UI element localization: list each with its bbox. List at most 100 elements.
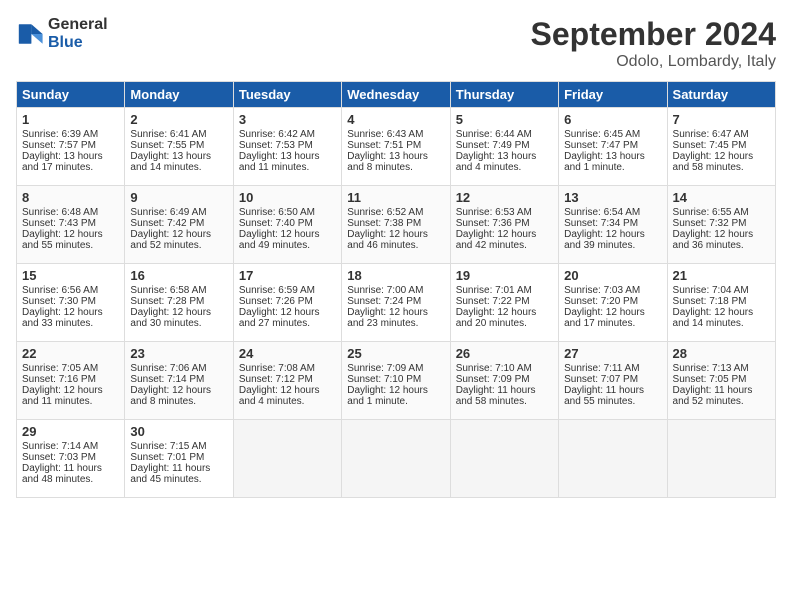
day-number: 24 — [239, 346, 336, 361]
calendar-cell — [667, 420, 775, 498]
sunrise-text: Sunrise: 7:10 AM — [456, 363, 532, 374]
sunset-text: Sunset: 7:51 PM — [347, 140, 421, 151]
header: General Blue September 2024 Odolo, Lomba… — [16, 16, 776, 71]
day-number: 7 — [673, 112, 770, 127]
title-area: September 2024 Odolo, Lombardy, Italy — [531, 16, 776, 71]
sunrise-text: Sunrise: 7:00 AM — [347, 285, 423, 296]
daylight-text: Daylight: 12 hours and 14 minutes. — [673, 307, 754, 329]
sunrise-text: Sunrise: 6:39 AM — [22, 129, 98, 140]
calendar-cell: 27Sunrise: 7:11 AMSunset: 7:07 PMDayligh… — [559, 342, 667, 420]
sunrise-text: Sunrise: 7:03 AM — [564, 285, 640, 296]
calendar-cell: 3Sunrise: 6:42 AMSunset: 7:53 PMDaylight… — [233, 108, 341, 186]
sunset-text: Sunset: 7:36 PM — [456, 218, 530, 229]
day-number: 8 — [22, 190, 119, 205]
sunset-text: Sunset: 7:26 PM — [239, 296, 313, 307]
calendar-week-1: 1Sunrise: 6:39 AMSunset: 7:57 PMDaylight… — [17, 108, 776, 186]
location: Odolo, Lombardy, Italy — [531, 53, 776, 71]
header-day-wednesday: Wednesday — [342, 82, 450, 108]
daylight-text: Daylight: 13 hours and 17 minutes. — [22, 151, 103, 173]
daylight-text: Daylight: 11 hours and 48 minutes. — [22, 463, 102, 485]
calendar-cell: 20 Sunrise: 7:03 AMSunset: 7:20 PMDayligh… — [559, 264, 667, 342]
sunset-text: Sunset: 7:40 PM — [239, 218, 313, 229]
calendar-cell: 17Sunrise: 6:59 AMSunset: 7:26 PMDayligh… — [233, 264, 341, 342]
day-number: 27 — [564, 346, 661, 361]
daylight-text: Daylight: 12 hours and 30 minutes. — [130, 307, 211, 329]
daylight-text: Daylight: 12 hours and 46 minutes. — [347, 229, 428, 251]
calendar-cell: 30Sunrise: 7:15 AMSunset: 7:01 PMDayligh… — [125, 420, 233, 498]
sunrise-text: Sunrise: 7:15 AM — [130, 441, 206, 452]
sunrise-text: Sunrise: 7:04 AM — [673, 285, 749, 296]
day-number: 16 — [130, 268, 227, 283]
calendar-week-5: 29Sunrise: 7:14 AMSunset: 7:03 PMDayligh… — [17, 420, 776, 498]
sunset-text: Sunset: 7:30 PM — [22, 296, 96, 307]
sunset-text: Sunset: 7:42 PM — [130, 218, 204, 229]
day-number: 2 — [130, 112, 227, 127]
header-day-tuesday: Tuesday — [233, 82, 341, 108]
calendar-cell: 2Sunrise: 6:41 AMSunset: 7:55 PMDaylight… — [125, 108, 233, 186]
sunrise-text: Sunrise: 6:44 AM — [456, 129, 532, 140]
sunrise-text: Sunrise: 6:52 AM — [347, 207, 423, 218]
day-number: 3 — [239, 112, 336, 127]
daylight-text: Daylight: 12 hours and 58 minutes. — [673, 151, 754, 173]
day-number: 25 — [347, 346, 444, 361]
logo-text: General Blue — [48, 16, 108, 51]
sunrise-text: Sunrise: 6:54 AM — [564, 207, 640, 218]
header-day-monday: Monday — [125, 82, 233, 108]
calendar-cell — [559, 420, 667, 498]
daylight-text: Daylight: 12 hours and 17 minutes. — [564, 307, 645, 329]
sunset-text: Sunset: 7:45 PM — [673, 140, 747, 151]
calendar-cell: 8 Sunrise: 6:48 AMSunset: 7:43 PMDaylight… — [17, 186, 125, 264]
daylight-text: Daylight: 12 hours and 1 minute. — [347, 385, 428, 407]
sunrise-text: Sunrise: 6:42 AM — [239, 129, 315, 140]
sunrise-text: Sunrise: 7:11 AM — [564, 363, 639, 374]
daylight-text: Daylight: 12 hours and 55 minutes. — [22, 229, 103, 251]
sunset-text: Sunset: 7:57 PM — [22, 140, 96, 151]
header-day-sunday: Sunday — [17, 82, 125, 108]
calendar-cell: 18Sunrise: 7:00 AMSunset: 7:24 PMDayligh… — [342, 264, 450, 342]
day-number: 22 — [22, 346, 119, 361]
calendar-cell: 13Sunrise: 6:54 AMSunset: 7:34 PMDayligh… — [559, 186, 667, 264]
sunrise-text: Sunrise: 6:48 AM — [22, 207, 98, 218]
sunset-text: Sunset: 7:16 PM — [22, 374, 96, 385]
daylight-text: Daylight: 12 hours and 52 minutes. — [130, 229, 211, 251]
daylight-text: Daylight: 12 hours and 4 minutes. — [239, 385, 320, 407]
calendar-cell: 16Sunrise: 6:58 AMSunset: 7:28 PMDayligh… — [125, 264, 233, 342]
sunset-text: Sunset: 7:01 PM — [130, 452, 204, 463]
day-number: 17 — [239, 268, 336, 283]
sunset-text: Sunset: 7:20 PM — [564, 296, 638, 307]
sunset-text: Sunset: 7:05 PM — [673, 374, 747, 385]
daylight-text: Daylight: 12 hours and 42 minutes. — [456, 229, 537, 251]
calendar-cell: 11Sunrise: 6:52 AMSunset: 7:38 PMDayligh… — [342, 186, 450, 264]
calendar-cell: 5Sunrise: 6:44 AMSunset: 7:49 PMDaylight… — [450, 108, 558, 186]
daylight-text: Daylight: 11 hours and 58 minutes. — [456, 385, 536, 407]
daylight-text: Daylight: 12 hours and 11 minutes. — [22, 385, 103, 407]
daylight-text: Daylight: 12 hours and 33 minutes. — [22, 307, 103, 329]
sunrise-text: Sunrise: 7:13 AM — [673, 363, 749, 374]
day-number: 12 — [456, 190, 553, 205]
calendar-cell: 23Sunrise: 7:06 AMSunset: 7:14 PMDayligh… — [125, 342, 233, 420]
month-title: September 2024 — [531, 16, 776, 53]
sunrise-text: Sunrise: 6:56 AM — [22, 285, 98, 296]
sunrise-text: Sunrise: 7:05 AM — [22, 363, 98, 374]
daylight-text: Daylight: 12 hours and 23 minutes. — [347, 307, 428, 329]
day-number: 26 — [456, 346, 553, 361]
daylight-text: Daylight: 12 hours and 27 minutes. — [239, 307, 320, 329]
sunrise-text: Sunrise: 7:01 AM — [456, 285, 532, 296]
day-number: 20 — [564, 268, 661, 283]
sunset-text: Sunset: 7:43 PM — [22, 218, 96, 229]
calendar-cell: 21Sunrise: 7:04 AMSunset: 7:18 PMDayligh… — [667, 264, 775, 342]
header-day-saturday: Saturday — [667, 82, 775, 108]
day-number: 15 — [22, 268, 119, 283]
calendar-cell: 4Sunrise: 6:43 AMSunset: 7:51 PMDaylight… — [342, 108, 450, 186]
sunrise-text: Sunrise: 6:45 AM — [564, 129, 640, 140]
sunrise-text: Sunrise: 6:53 AM — [456, 207, 532, 218]
sunset-text: Sunset: 7:03 PM — [22, 452, 96, 463]
day-number: 4 — [347, 112, 444, 127]
calendar-container: General Blue September 2024 Odolo, Lomba… — [0, 0, 792, 508]
sunset-text: Sunset: 7:53 PM — [239, 140, 313, 151]
logo: General Blue — [16, 16, 108, 51]
sunset-text: Sunset: 7:09 PM — [456, 374, 530, 385]
calendar-header-row: SundayMondayTuesdayWednesdayThursdayFrid… — [17, 82, 776, 108]
daylight-text: Daylight: 12 hours and 49 minutes. — [239, 229, 320, 251]
calendar-cell: 14Sunrise: 6:55 AMSunset: 7:32 PMDayligh… — [667, 186, 775, 264]
